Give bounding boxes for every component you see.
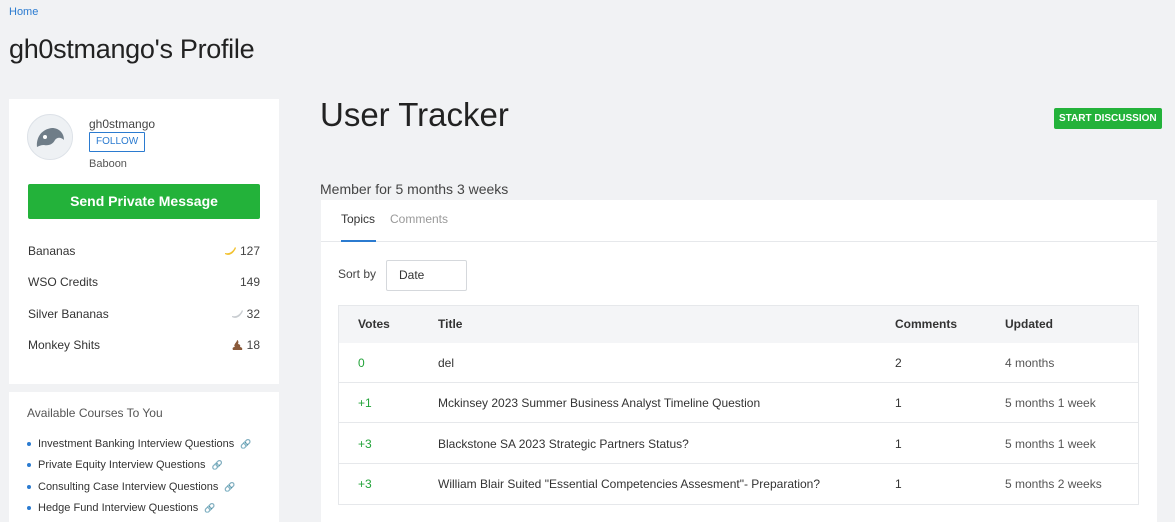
stat-row-wso-credits: WSO Credits 149 bbox=[28, 272, 260, 292]
tabs: Topics Comments bbox=[321, 200, 1157, 242]
row-votes: 0 bbox=[358, 356, 365, 370]
header-title[interactable]: Title bbox=[438, 317, 462, 331]
row-updated: 5 months 2 weeks bbox=[1005, 477, 1102, 491]
page-title: gh0stmango's Profile bbox=[9, 34, 255, 64]
follow-button[interactable]: FOLLOW bbox=[89, 132, 146, 152]
bullet-icon bbox=[27, 442, 31, 446]
table-row: +3 Blackstone SA 2023 Strategic Partners… bbox=[339, 424, 1138, 464]
tab-comments[interactable]: Comments bbox=[390, 212, 448, 226]
stat-number: 18 bbox=[246, 338, 260, 352]
username[interactable]: gh0stmango bbox=[89, 117, 155, 131]
bullet-icon bbox=[27, 506, 31, 510]
course-label[interactable]: Private Equity Interview Questions bbox=[38, 459, 206, 471]
stat-row-bananas: Bananas 127 bbox=[28, 241, 260, 261]
link-icon[interactable]: 🔗 bbox=[224, 482, 235, 493]
row-comments: 1 bbox=[895, 396, 902, 410]
silver-banana-icon bbox=[231, 310, 243, 318]
row-updated: 5 months 1 week bbox=[1005, 396, 1096, 410]
header-updated[interactable]: Updated bbox=[1005, 317, 1053, 331]
link-icon[interactable]: 🔗 bbox=[212, 460, 223, 471]
row-title[interactable]: William Blair Suited "Essential Competen… bbox=[438, 477, 820, 491]
user-rank: Baboon bbox=[89, 158, 127, 170]
tracker-panel: Topics Comments Sort by Date Votes Title… bbox=[321, 200, 1157, 522]
start-discussion-button[interactable]: START DISCUSSION bbox=[1054, 108, 1162, 129]
link-icon[interactable]: 🔗 bbox=[204, 503, 215, 514]
member-duration: Member for 5 months 3 weeks bbox=[320, 181, 509, 197]
tab-topics[interactable]: Topics bbox=[341, 212, 375, 226]
table-row: +1 Mckinsey 2023 Summer Business Analyst… bbox=[339, 383, 1138, 423]
stat-number: 32 bbox=[246, 307, 260, 321]
stat-value: 127 bbox=[224, 244, 260, 258]
link-icon[interactable]: 🔗 bbox=[240, 439, 251, 450]
course-label[interactable]: Consulting Case Interview Questions bbox=[38, 481, 218, 493]
row-title[interactable]: del bbox=[438, 356, 454, 370]
stat-number: 149 bbox=[239, 275, 260, 289]
row-comments: 1 bbox=[895, 477, 902, 491]
row-comments: 2 bbox=[895, 356, 902, 370]
bullet-icon bbox=[27, 463, 31, 467]
row-votes: +3 bbox=[358, 437, 372, 451]
bullet-icon bbox=[27, 485, 31, 489]
avatar[interactable] bbox=[27, 114, 73, 160]
row-votes: +1 bbox=[358, 396, 372, 410]
course-item[interactable]: Private Equity Interview Questions 🔗 bbox=[27, 459, 223, 471]
stat-label: WSO Credits bbox=[28, 275, 99, 289]
row-title[interactable]: Blackstone SA 2023 Strategic Partners St… bbox=[438, 437, 689, 451]
row-title[interactable]: Mckinsey 2023 Summer Business Analyst Ti… bbox=[438, 396, 760, 410]
course-label[interactable]: Investment Banking Interview Questions bbox=[38, 438, 234, 450]
courses-title: Available Courses To You bbox=[27, 406, 163, 420]
stat-label: Bananas bbox=[28, 244, 76, 258]
table-row: 0 del 2 4 months bbox=[339, 343, 1138, 383]
course-item[interactable]: Hedge Fund Interview Questions 🔗 bbox=[27, 502, 215, 514]
monkey-shit-icon bbox=[232, 340, 242, 350]
stat-value: 32 bbox=[231, 307, 260, 321]
sort-by-select[interactable]: Date bbox=[386, 260, 467, 291]
row-comments: 1 bbox=[895, 437, 902, 451]
row-votes: +3 bbox=[358, 477, 372, 491]
stat-row-monkey-shits: Monkey Shits 18 bbox=[28, 335, 260, 355]
stat-number: 127 bbox=[239, 244, 260, 258]
stat-label: Silver Bananas bbox=[28, 307, 109, 321]
active-tab-indicator bbox=[341, 240, 376, 242]
send-private-message-button[interactable]: Send Private Message bbox=[28, 184, 260, 219]
courses-card: Available Courses To You Investment Bank… bbox=[9, 392, 279, 522]
stat-value: 149 bbox=[240, 275, 260, 289]
row-updated: 4 months bbox=[1005, 356, 1055, 370]
table-header: Votes Title Comments Updated bbox=[339, 306, 1138, 343]
banana-icon bbox=[224, 247, 236, 255]
sort-by-label: Sort by bbox=[338, 267, 377, 281]
stat-label: Monkey Shits bbox=[28, 338, 101, 352]
tracker-title: User Tracker bbox=[320, 96, 509, 133]
stat-row-silver-bananas: Silver Bananas 32 bbox=[28, 304, 260, 324]
profile-card: gh0stmango FOLLOW Baboon Send Private Me… bbox=[9, 99, 279, 384]
stat-value: 18 bbox=[231, 338, 260, 352]
topics-table: Votes Title Comments Updated 0 del 2 4 m… bbox=[338, 305, 1139, 505]
row-updated: 5 months 1 week bbox=[1005, 437, 1096, 451]
header-comments[interactable]: Comments bbox=[895, 317, 957, 331]
table-row: +3 William Blair Suited "Essential Compe… bbox=[339, 464, 1138, 504]
course-item[interactable]: Consulting Case Interview Questions 🔗 bbox=[27, 481, 236, 493]
header-votes[interactable]: Votes bbox=[358, 317, 390, 331]
course-item[interactable]: Investment Banking Interview Questions 🔗 bbox=[27, 438, 251, 450]
course-label[interactable]: Hedge Fund Interview Questions bbox=[38, 502, 198, 514]
breadcrumb-home[interactable]: Home bbox=[9, 6, 38, 18]
